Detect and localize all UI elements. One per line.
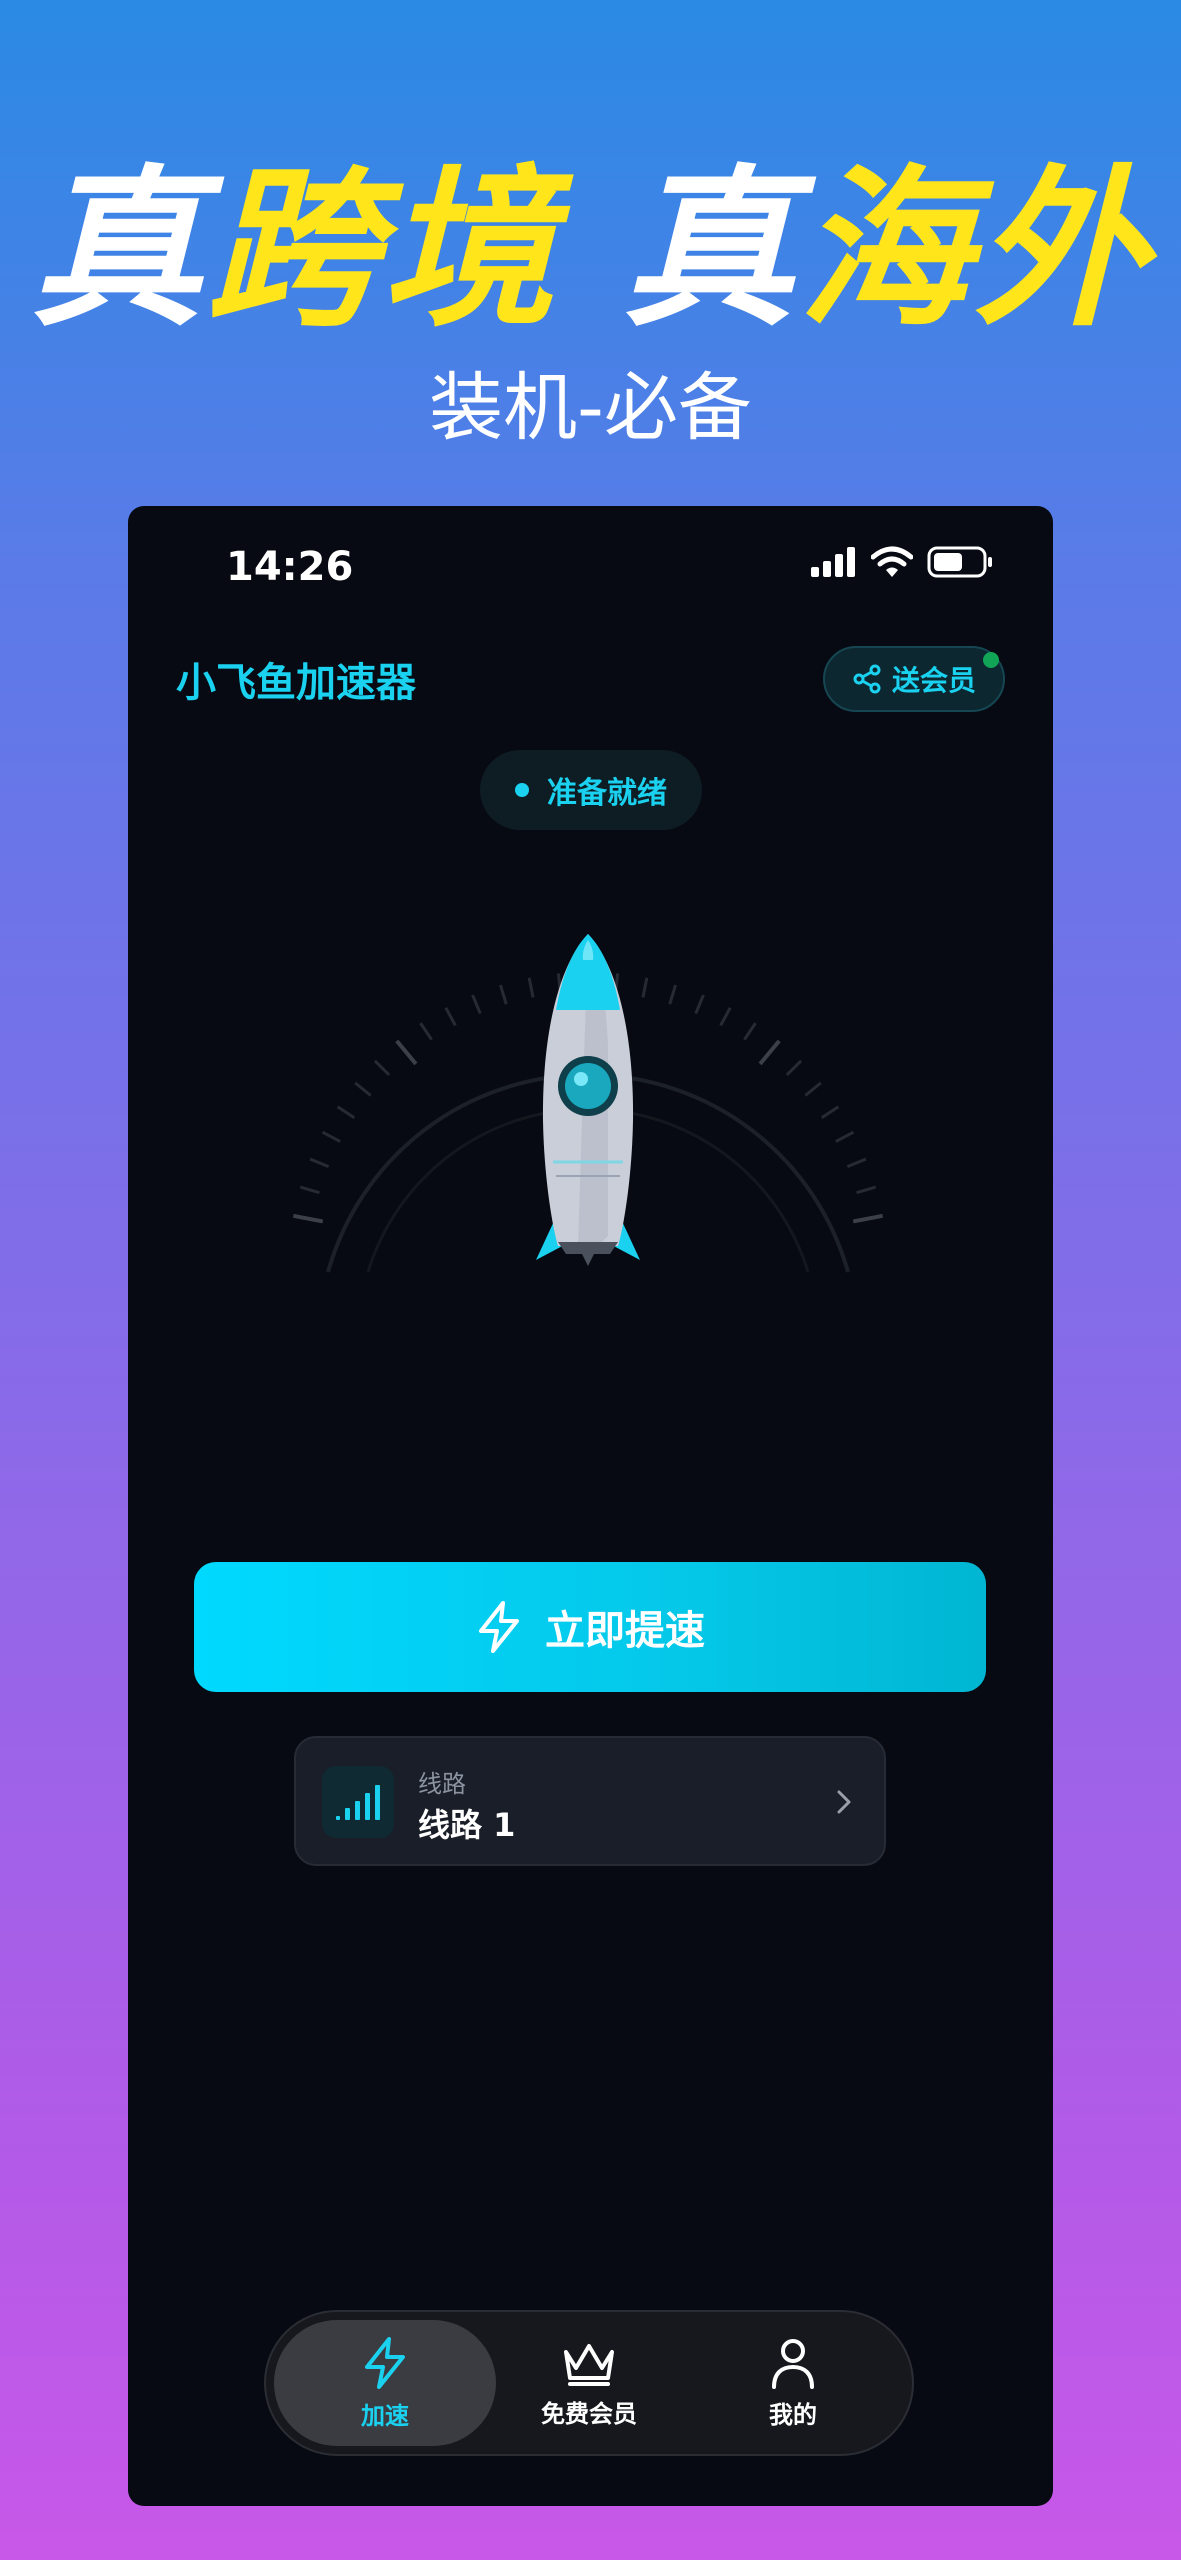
gauge-tick: [856, 1185, 877, 1195]
speed-up-label: 立即提速: [545, 1608, 705, 1654]
wifi-icon: [871, 546, 913, 577]
gauge-tick: [498, 984, 508, 1005]
gauge-tick: [785, 1059, 803, 1076]
crown-icon: [564, 2343, 614, 2386]
chevron-right-icon: [837, 1790, 851, 1814]
connection-status-pill: 准备就绪: [480, 750, 702, 830]
speed-up-button[interactable]: 立即提速: [194, 1562, 986, 1692]
tab-label: 免费会员: [541, 2399, 637, 2428]
tab-profile[interactable]: 我的: [682, 2320, 904, 2446]
line-value: 线路 1: [418, 1806, 516, 1844]
gauge-tick: [471, 994, 482, 1015]
gauge-tick: [743, 1022, 757, 1041]
gauge-tick: [373, 1059, 391, 1076]
bottom-tab-bar: 加速 免费会员 我的: [264, 2310, 914, 2456]
headline-word-3: 真: [558, 149, 799, 350]
gauge-tick: [668, 984, 678, 1005]
gauge-tick: [292, 1213, 324, 1224]
headline-word-4: 海外: [798, 149, 1151, 350]
share-icon: [853, 664, 881, 694]
line-selector[interactable]: 线路 线路 1: [294, 1736, 886, 1866]
share-gift-label: 送会员: [891, 664, 976, 697]
tab-label: 加速: [361, 2401, 409, 2430]
gauge-tick: [758, 1039, 781, 1066]
gauge-tick: [852, 1213, 884, 1224]
gauge-tick: [835, 1130, 855, 1143]
promo-headline: 真跨境 真海外: [0, 150, 1181, 350]
connection-status-label: 准备就绪: [547, 776, 667, 811]
gauge-tick: [354, 1081, 372, 1097]
lightning-icon: [365, 2336, 405, 2389]
gauge-tick: [444, 1007, 457, 1027]
gauge-tick: [299, 1185, 320, 1195]
signal-strength-icon: [322, 1766, 394, 1838]
gauge-tick: [336, 1105, 356, 1120]
tab-free-membership[interactable]: 免费会员: [478, 2320, 700, 2446]
status-icons: [811, 546, 993, 578]
gauge-tick: [820, 1105, 840, 1120]
gauge-tick: [641, 977, 649, 998]
gauge-tick: [694, 994, 705, 1015]
gauge-tick: [309, 1157, 330, 1168]
speed-gauge: [292, 934, 884, 1273]
lightning-icon: [479, 1601, 519, 1653]
gauge-tick: [419, 1022, 433, 1041]
user-icon: [772, 2338, 814, 2389]
tab-accelerate[interactable]: 加速: [274, 2320, 496, 2446]
gauge-tick: [321, 1130, 341, 1143]
app-title: 小飞鱼加速器: [176, 660, 416, 706]
tab-label: 我的: [769, 2400, 817, 2429]
battery-icon: [927, 546, 992, 578]
gauge-tick: [719, 1007, 732, 1027]
notification-dot: [983, 652, 999, 668]
headline-word-1: 真: [30, 149, 207, 350]
gauge-tick: [395, 1039, 418, 1066]
gauge-tick: [846, 1157, 867, 1168]
gauge-tick: [804, 1081, 822, 1097]
cellular-signal-icon: [811, 547, 855, 577]
line-caption: 线路: [418, 1770, 466, 1798]
status-time: 14:26: [226, 544, 354, 590]
gauge-tick: [527, 977, 535, 998]
promo-subline: 装机-必备: [429, 365, 752, 451]
app-screen: 14:26 小飞鱼加速器 送会员 准备就绪 立即提速 线路 线路 1 加速 免费…: [128, 506, 1053, 2506]
status-dot: [515, 783, 529, 797]
headline-word-2: 跨境: [206, 149, 559, 350]
share-gift-button[interactable]: 送会员: [823, 646, 1005, 712]
rocket-icon: [536, 934, 640, 1266]
